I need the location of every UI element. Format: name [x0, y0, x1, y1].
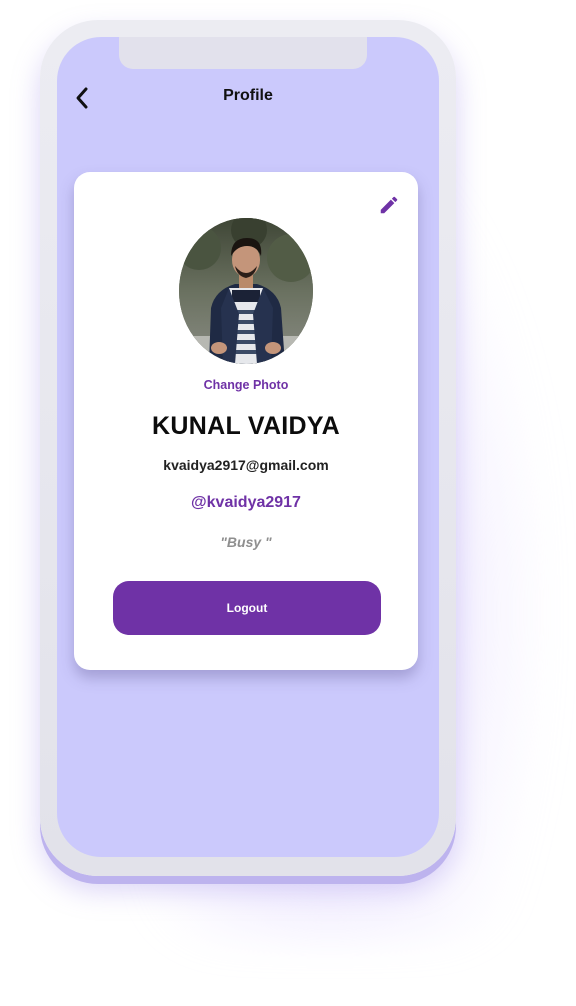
change-photo-link[interactable]: Change Photo — [74, 378, 418, 392]
profile-status: "Busy " — [220, 534, 272, 550]
edit-profile-button[interactable] — [378, 194, 400, 216]
profile-email: kvaidya2917@gmail.com — [163, 457, 329, 473]
avatar — [179, 218, 313, 364]
app-screen: Profile Change Photo KUNAL VAIDYA kvaidy… — [57, 37, 439, 857]
profile-photo — [179, 218, 313, 364]
profile-card: Change Photo KUNAL VAIDYA kvaidya2917@gm… — [74, 172, 418, 670]
mockup-stage: Profile Change Photo KUNAL VAIDYA kvaidy… — [0, 0, 576, 1006]
pencil-icon — [380, 196, 398, 214]
logout-button[interactable]: Logout — [113, 581, 381, 635]
phone-frame: Profile Change Photo KUNAL VAIDYA kvaidy… — [40, 20, 456, 876]
logout-button-label: Logout — [226, 601, 268, 615]
profile-handle: @kvaidya2917 — [191, 494, 301, 511]
phone-notch — [119, 37, 367, 69]
profile-name: KUNAL VAIDYA — [152, 412, 340, 440]
page-title: Profile — [223, 87, 273, 104]
